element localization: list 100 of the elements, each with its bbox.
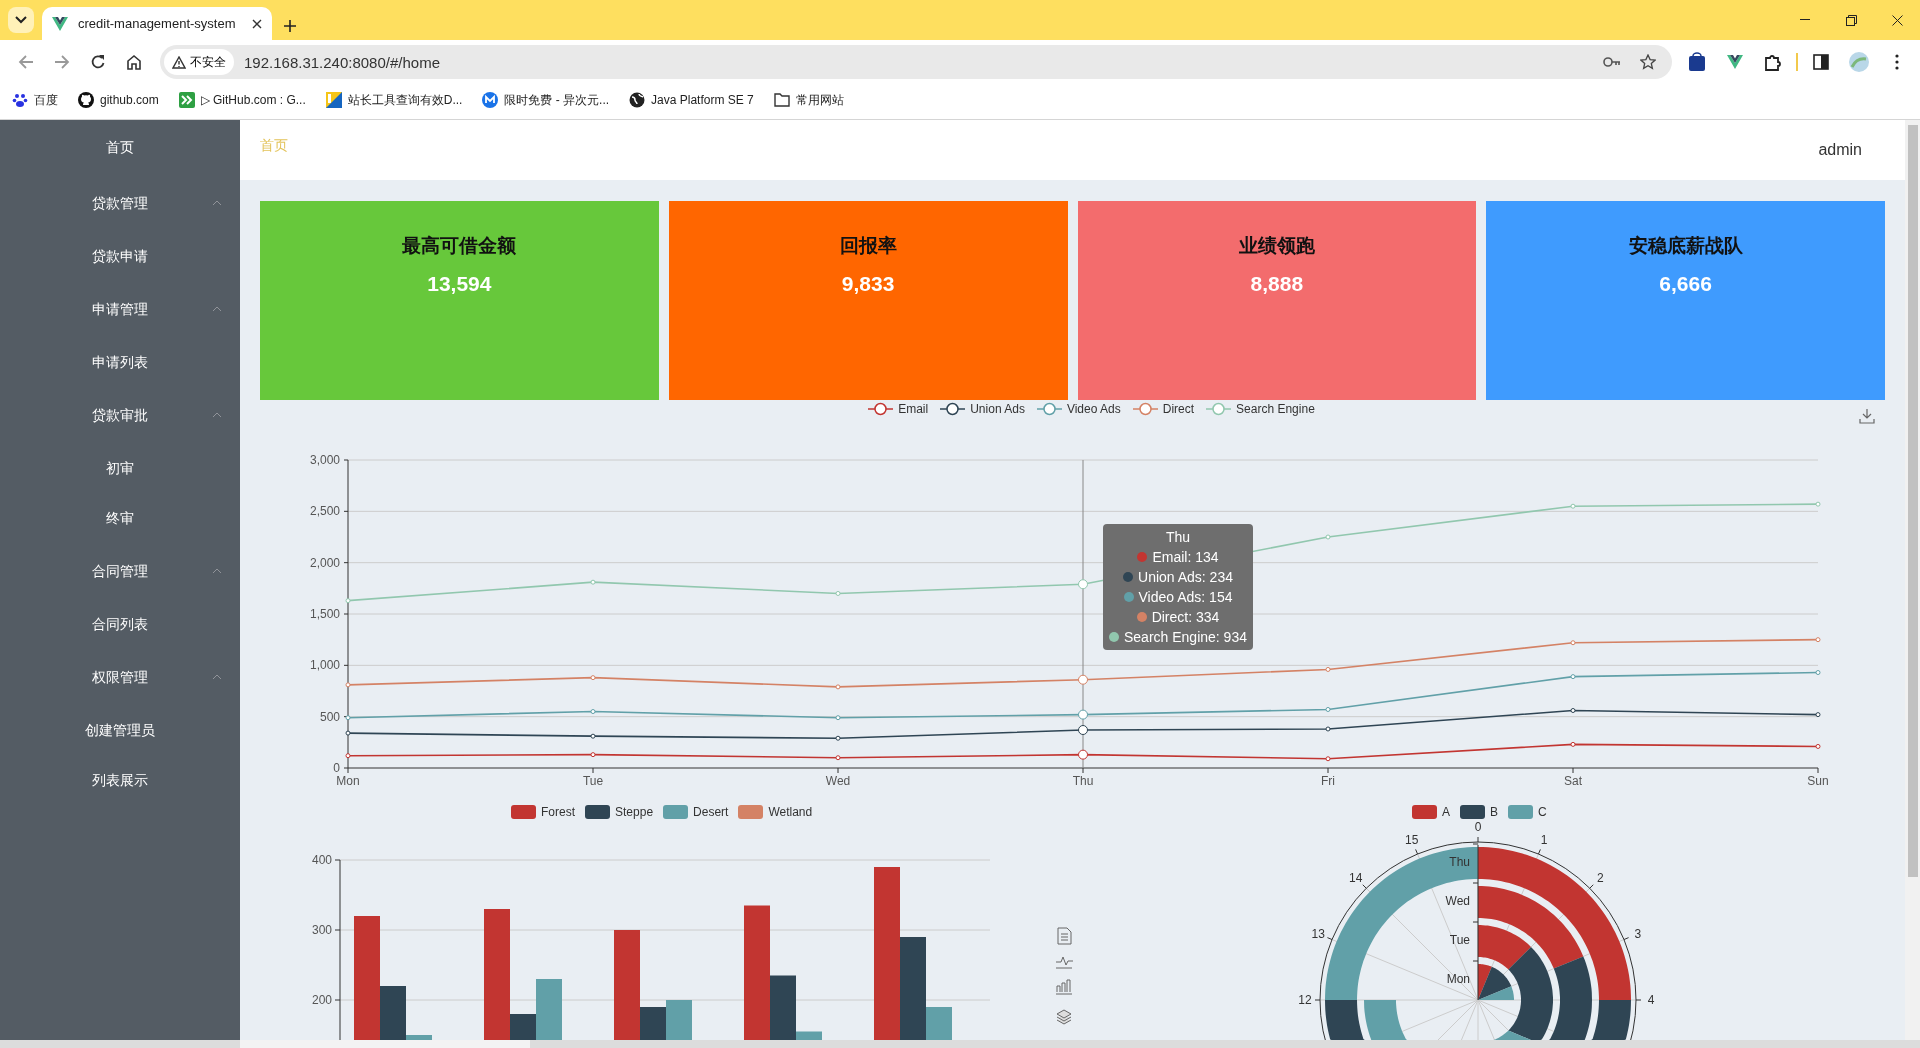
angle-axis-label: 1 [1540, 833, 1548, 848]
y-axis-label: 2,500 [309, 504, 340, 519]
menu-item[interactable]: 贷款申请 [0, 232, 240, 282]
menu-item[interactable]: 初审 [0, 444, 240, 494]
x-axis-label: Fri [1321, 774, 1335, 788]
y-axis-label: 500 [319, 709, 340, 724]
legend-label[interactable]: Video Ads [1066, 402, 1121, 416]
x-axis-label: Tue [582, 774, 604, 788]
chevron-up-icon[interactable] [212, 568, 222, 574]
chevron-down-icon [15, 16, 27, 24]
download-icon[interactable] [1859, 408, 1875, 424]
stack-icon[interactable] [1056, 1009, 1072, 1025]
legend-label[interactable]: Direct [1162, 402, 1195, 416]
data-point [835, 590, 841, 596]
bookmark[interactable]: ▷ GitHub.com : G... [178, 92, 306, 108]
data-point [1325, 707, 1331, 712]
data-point [1078, 749, 1088, 760]
legend-label[interactable]: Forest [541, 805, 575, 819]
chevron-up-icon[interactable] [212, 200, 222, 206]
y-axis-label: 0 [333, 761, 340, 775]
bookmark[interactable]: 百度 [12, 91, 58, 109]
legend-label[interactable]: Desert [693, 805, 729, 819]
legend-swatch-icon[interactable] [1508, 805, 1534, 819]
legend-swatch-icon[interactable] [738, 805, 764, 819]
legend-label[interactable]: B [1490, 805, 1499, 819]
menu-group[interactable]: 权限管理 [0, 650, 240, 706]
warning-icon [172, 55, 186, 69]
data-point [590, 675, 596, 681]
legend-label[interactable]: Email [898, 402, 929, 416]
bookmark[interactable]: Java Platform SE 7 [629, 92, 754, 108]
menu-item[interactable]: 创建管理员 [0, 706, 240, 756]
data-point [1325, 666, 1331, 672]
data-point [345, 682, 351, 688]
radius-axis-label: Thu [1449, 855, 1470, 869]
bookmark[interactable]: 站长工具查询有效D... [325, 91, 463, 109]
legend-label[interactable]: A [1442, 805, 1450, 819]
x-axis-label: Sat [1564, 774, 1582, 788]
legend-swatch-icon[interactable] [1460, 805, 1485, 819]
menu-item[interactable]: 申请列表 [0, 338, 240, 388]
legend-swatch-icon[interactable] [1412, 805, 1437, 819]
bookmark-paw-icon [12, 92, 28, 108]
card-title: 业绩领跑 [1238, 234, 1315, 258]
data-point [1325, 726, 1331, 732]
data-point [590, 709, 596, 715]
legend-swatch-icon[interactable] [511, 805, 536, 819]
legend-label[interactable]: Steppe [615, 805, 654, 819]
legend-label[interactable]: C [1538, 805, 1547, 819]
x-axis-label: Wed [825, 774, 851, 788]
chevron-up-icon[interactable] [212, 412, 222, 418]
new-tab-icon[interactable] [284, 20, 296, 32]
data-view-icon[interactable] [1057, 927, 1072, 945]
bookmark-arrows-icon [178, 92, 195, 108]
angle-axis-label: 4 [1647, 993, 1655, 1007]
chevron-up-icon[interactable] [212, 306, 222, 312]
menu-item[interactable]: 终审 [0, 494, 240, 544]
y-axis-label: 3,000 [309, 453, 340, 467]
x-axis-label: Sun [1807, 774, 1829, 788]
tooltip-entry: Search Engine: 934 [1124, 629, 1247, 645]
menu-group[interactable]: 贷款审批 [0, 388, 240, 444]
data-point [345, 715, 351, 721]
bookmark[interactable]: github.com [78, 92, 159, 108]
tab-search-button[interactable] [8, 7, 34, 33]
browser-tab[interactable]: credit-management-system [42, 7, 272, 40]
url-text: 192.168.31.240:8080/#/home [244, 53, 441, 71]
close-tab-icon[interactable] [252, 18, 262, 29]
bookmark-folder-icon [773, 93, 790, 107]
horizontal-scrollbar[interactable] [240, 1040, 530, 1048]
legend-label[interactable]: Wetland [768, 805, 813, 819]
legend-label[interactable]: Union Ads [970, 402, 1025, 416]
bookmark[interactable]: 常用网站 [773, 91, 844, 109]
bookmark[interactable]: 限时免费 - 异次元... [482, 91, 610, 109]
card-value: 8,888 [1250, 272, 1304, 296]
chevron-up-icon[interactable] [212, 674, 222, 680]
menu-item[interactable]: 首页 [0, 120, 240, 176]
legend-line-icon[interactable] [940, 402, 966, 416]
menu-group[interactable]: 申请管理 [0, 282, 240, 338]
x-axis-label: Mon [336, 774, 360, 788]
data-point [835, 735, 841, 741]
menu-item[interactable]: 合同列表 [0, 600, 240, 650]
data-point [345, 730, 351, 736]
menu-item[interactable]: 列表展示 [0, 756, 240, 806]
legend-line-icon[interactable] [868, 402, 894, 416]
address-bar[interactable]: 不安全 192.168.31.240:8080/#/home [160, 45, 1672, 79]
menu-group[interactable]: 贷款管理 [0, 176, 240, 232]
y-axis-label: 1,000 [309, 658, 340, 673]
line-chart-icon[interactable] [1055, 956, 1074, 969]
data-point [1570, 708, 1576, 713]
legend-swatch-icon[interactable] [663, 805, 689, 819]
legend-label[interactable]: Search Engine [1236, 402, 1315, 416]
bar-chart-icon[interactable] [1055, 979, 1073, 995]
tooltip-entry: Direct: 334 [1151, 609, 1220, 625]
data-point [590, 579, 596, 585]
vue-logo-icon [52, 16, 68, 31]
angle-axis-label: 13 [1311, 926, 1325, 941]
legend-swatch-icon[interactable] [585, 805, 610, 819]
data-point [345, 598, 351, 604]
menu-group[interactable]: 合同管理 [0, 544, 240, 600]
bookmark-cat-icon [78, 92, 94, 108]
vertical-scrollbar[interactable] [1908, 125, 1918, 877]
security-chip[interactable]: 不安全 [164, 49, 234, 75]
